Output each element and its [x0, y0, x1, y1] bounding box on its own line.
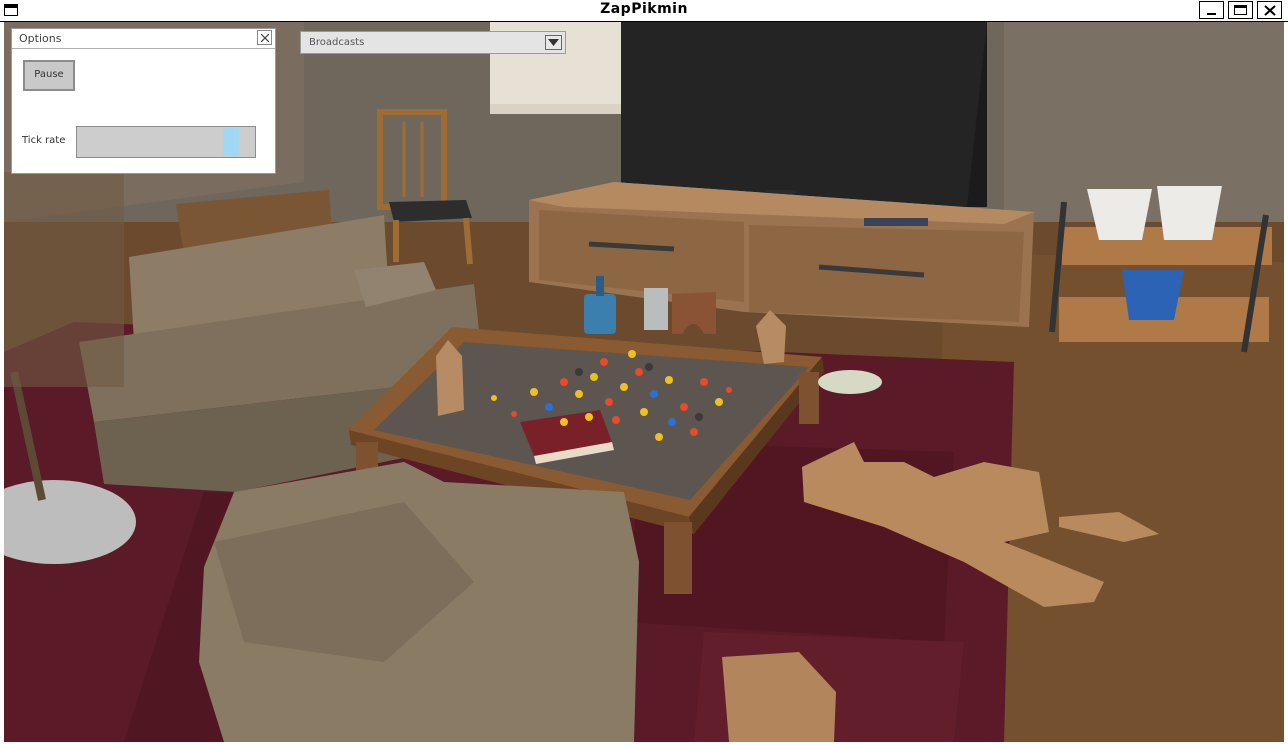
chevron-down-icon	[548, 39, 559, 46]
dropdown-toggle[interactable]	[545, 35, 562, 50]
tick-rate-label: Tick rate	[22, 135, 66, 146]
broadcasts-selected-value: Broadcasts	[309, 37, 365, 48]
close-icon	[261, 34, 269, 42]
options-panel: Options Pause Tick rate	[11, 28, 276, 174]
options-panel-header[interactable]: Options	[12, 29, 275, 49]
plate	[818, 370, 882, 394]
options-close-button[interactable]	[257, 30, 272, 45]
close-icon	[1264, 5, 1276, 16]
pot-2	[1157, 186, 1222, 240]
tick-rate-slider[interactable]	[76, 126, 256, 158]
broadcasts-dropdown[interactable]: Broadcasts	[300, 31, 566, 54]
blue-bottle	[584, 294, 616, 334]
maximize-button[interactable]	[1228, 1, 1253, 19]
minimize-button[interactable]	[1199, 1, 1224, 19]
table-leg	[664, 522, 692, 594]
pot-3	[1122, 270, 1184, 320]
left-cabinet	[4, 172, 124, 387]
pause-button[interactable]: Pause	[23, 60, 75, 91]
glass-bottle	[644, 288, 668, 330]
tick-rate-slider-thumb[interactable]	[223, 128, 239, 156]
window-title: ZapPikmin	[600, 1, 688, 17]
options-panel-title: Options	[19, 32, 62, 45]
remote	[864, 218, 928, 226]
close-window-button[interactable]	[1257, 1, 1282, 19]
window-titlebar: ZapPikmin	[0, 0, 1288, 22]
